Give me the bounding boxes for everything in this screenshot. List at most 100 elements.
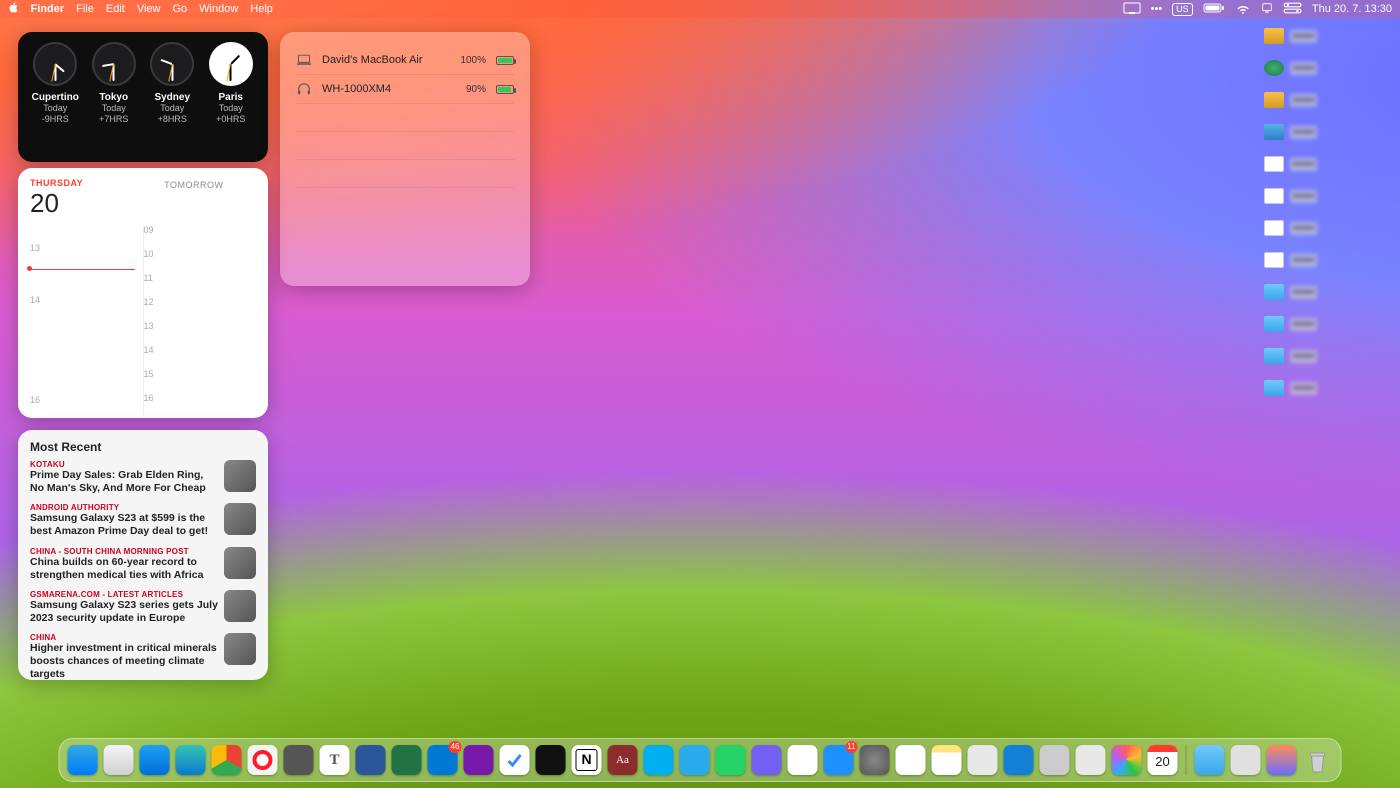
news-headline: Samsung Galaxy S23 series gets July 2023… xyxy=(30,599,218,625)
control-center-icon[interactable] xyxy=(1283,2,1302,17)
menu-go[interactable]: Go xyxy=(172,3,187,15)
dock-notes[interactable] xyxy=(932,745,962,775)
disk-2-icon xyxy=(1264,92,1284,108)
dock-news[interactable] xyxy=(896,745,926,775)
dock-slack[interactable] xyxy=(788,745,818,775)
cal-hour: 12 xyxy=(144,297,154,307)
dock-appstore[interactable]: 11 xyxy=(824,745,854,775)
dock-opera[interactable] xyxy=(248,745,278,775)
dock-obsidian[interactable] xyxy=(536,745,566,775)
dock-todo[interactable] xyxy=(500,745,530,775)
dock-dictionary[interactable]: Aa xyxy=(608,745,638,775)
calendar-widget[interactable]: THURSDAY 20 TOMORROW 131416 091011121314… xyxy=(18,168,268,418)
calendar-now-line xyxy=(30,269,135,270)
world-clock-widget[interactable]: Cupertino Today-9HRS Tokyo Today+7HRS Sy… xyxy=(18,32,268,162)
display-icon[interactable] xyxy=(1261,2,1273,17)
dock-finder[interactable] xyxy=(68,745,98,775)
menu-help[interactable]: Help xyxy=(250,3,273,15)
desktop-item-screenshot-1[interactable]: ▪▪▪▪▪▪ xyxy=(1264,188,1384,204)
calendar-day-label: THURSDAY xyxy=(30,178,132,188)
news-source: CHINA xyxy=(30,633,218,642)
menubar-extra-icon[interactable]: ••• xyxy=(1151,3,1163,15)
dock-windows-folder[interactable] xyxy=(1231,745,1261,775)
desktop-item-folder-3[interactable]: ▪▪▪▪▪▪ xyxy=(1264,348,1384,364)
app-file-icon xyxy=(1264,124,1284,140)
dock-calendar[interactable]: 20 xyxy=(1148,745,1178,775)
menu-file[interactable]: File xyxy=(76,3,94,15)
dock-outlook[interactable]: 46 xyxy=(428,745,458,775)
dock-image-file[interactable] xyxy=(1267,745,1297,775)
dock-tool-2[interactable] xyxy=(1004,745,1034,775)
desktop-item-folder-1[interactable]: ▪▪▪▪▪▪ xyxy=(1264,284,1384,300)
desktop-item-disk-1[interactable]: ▪▪▪▪▪▪ xyxy=(1264,28,1384,44)
dock-edge[interactable] xyxy=(176,745,206,775)
desktop-item-screenshot-2[interactable]: ▪▪▪▪▪▪ xyxy=(1264,252,1384,268)
menu-window[interactable]: Window xyxy=(199,3,238,15)
input-source[interactable]: US xyxy=(1172,3,1193,16)
dock-trash[interactable] xyxy=(1303,745,1333,775)
dock-tool-1[interactable] xyxy=(968,745,998,775)
battery-status-icon[interactable] xyxy=(1203,2,1225,17)
wifi-icon[interactable] xyxy=(1235,2,1251,17)
device-name: David's MacBook Air xyxy=(322,54,450,66)
news-thumb-icon xyxy=(224,590,256,622)
news-item[interactable]: CHINA Higher investment in critical mine… xyxy=(30,633,256,680)
calendar-day-number: 20 xyxy=(30,188,132,219)
dock-desktop[interactable] xyxy=(1195,745,1225,775)
desktop-item-app-file[interactable]: ▪▪▪▪▪▪ xyxy=(1264,124,1384,140)
desktop-item-zip-file[interactable]: ▪▪▪▪▪▪ xyxy=(1264,220,1384,236)
dock-photos[interactable] xyxy=(1112,745,1142,775)
menu-edit[interactable]: Edit xyxy=(106,3,125,15)
app-name[interactable]: Finder xyxy=(31,3,65,15)
news-source: CHINA - SOUTH CHINA MORNING POST xyxy=(30,547,218,556)
dock-chrome[interactable] xyxy=(212,745,242,775)
dock-badge: 11 xyxy=(845,741,857,753)
dock-onenote[interactable] xyxy=(464,745,494,775)
clock-sydney: Sydney Today+8HRS xyxy=(143,42,202,156)
text-file-icon xyxy=(1264,156,1284,172)
battery-percent: 90% xyxy=(466,84,486,95)
desktop-item-folder-4[interactable]: ▪▪▪▪▪▪ xyxy=(1264,380,1384,396)
desktop-item-disk-2[interactable]: ▪▪▪▪▪▪ xyxy=(1264,92,1384,108)
disk-1-icon xyxy=(1264,28,1284,44)
dock-app-gray[interactable] xyxy=(284,745,314,775)
batteries-widget[interactable]: David's MacBook Air 100% WH-1000XM4 90% xyxy=(280,32,530,286)
news-item[interactable]: KOTAKU Prime Day Sales: Grab Elden Ring,… xyxy=(30,460,256,495)
menubar-datetime[interactable]: Thu 20. 7. 13:30 xyxy=(1312,3,1392,15)
cal-hour: 11 xyxy=(144,273,153,283)
dock-whatsapp[interactable] xyxy=(716,745,746,775)
desktop-item-folder-2[interactable]: ▪▪▪▪▪▪ xyxy=(1264,316,1384,332)
dock-telegram[interactable] xyxy=(680,745,710,775)
battery-percent: 100% xyxy=(460,55,486,66)
folder-2-icon xyxy=(1264,316,1284,332)
news-headline: Prime Day Sales: Grab Elden Ring, No Man… xyxy=(30,469,218,495)
dock-skype[interactable] xyxy=(644,745,674,775)
dock-excel[interactable] xyxy=(392,745,422,775)
dock-viber[interactable] xyxy=(752,745,782,775)
clock-face-icon xyxy=(33,42,77,86)
screen-mirror-icon[interactable] xyxy=(1123,2,1141,17)
dock-textedit[interactable]: T xyxy=(320,745,350,775)
dock-apple-app[interactable] xyxy=(1040,745,1070,775)
news-widget[interactable]: Most Recent KOTAKU Prime Day Sales: Grab… xyxy=(18,430,268,680)
calendar-tomorrow-label: TOMORROW xyxy=(132,178,256,190)
dock-safari[interactable] xyxy=(140,745,170,775)
cal-hour: 15 xyxy=(144,369,154,379)
apple-menu[interactable] xyxy=(8,2,19,17)
desktop-item-time-machine[interactable]: ▪▪▪▪▪▪ xyxy=(1264,60,1384,76)
zip-file-icon xyxy=(1264,220,1284,236)
cal-hour: 13 xyxy=(30,243,40,253)
headphones-icon xyxy=(296,83,312,95)
desktop-icons: ▪▪▪▪▪▪ ▪▪▪▪▪▪ ▪▪▪▪▪▪ ▪▪▪▪▪▪ ▪▪▪▪▪▪ ▪▪▪▪▪▪ ▪▪▪▪… xyxy=(1264,28,1384,412)
desktop-item-text-file[interactable]: ▪▪▪▪▪▪ xyxy=(1264,156,1384,172)
dock-notion[interactable]: N xyxy=(572,745,602,775)
news-item[interactable]: GSMARENA.COM - LATEST ARTICLES Samsung G… xyxy=(30,590,256,625)
menu-view[interactable]: View xyxy=(137,3,161,15)
news-item[interactable]: ANDROID AUTHORITY Samsung Galaxy S23 at … xyxy=(30,503,256,538)
dock-onedrive[interactable] xyxy=(1076,745,1106,775)
news-source: KOTAKU xyxy=(30,460,218,469)
news-item[interactable]: CHINA - SOUTH CHINA MORNING POST China b… xyxy=(30,547,256,582)
dock-settings[interactable] xyxy=(860,745,890,775)
dock-word[interactable] xyxy=(356,745,386,775)
dock-launchpad[interactable] xyxy=(104,745,134,775)
